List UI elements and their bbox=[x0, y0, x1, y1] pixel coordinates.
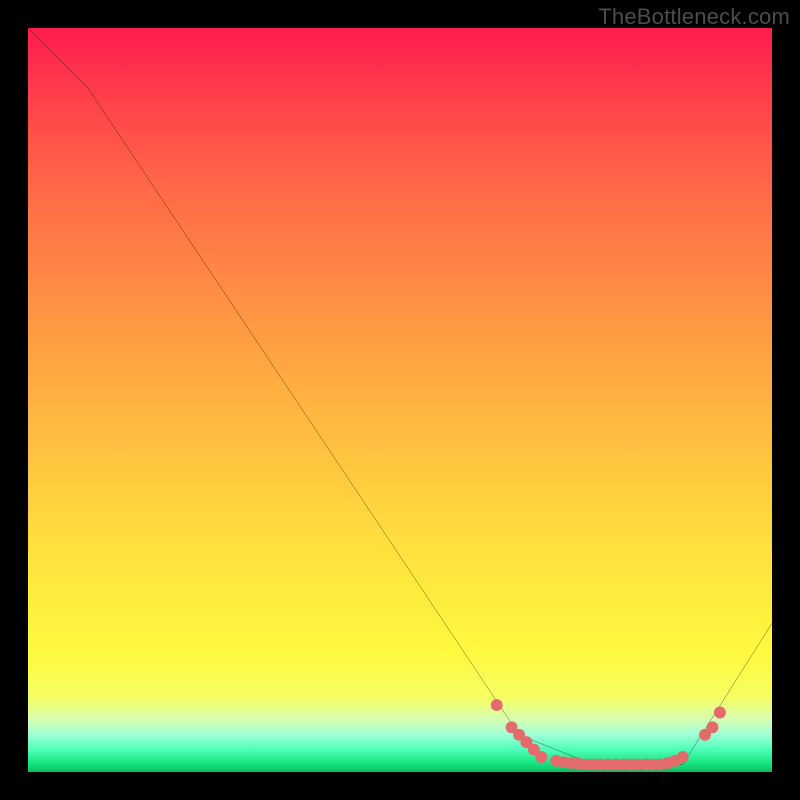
plot-area bbox=[28, 28, 772, 772]
chart-svg bbox=[28, 28, 772, 772]
marker-dot bbox=[491, 699, 503, 711]
attribution-label: TheBottleneck.com bbox=[598, 4, 790, 30]
trend-line bbox=[28, 28, 772, 765]
marker-group bbox=[491, 699, 726, 770]
marker-dot bbox=[677, 751, 689, 763]
chart-frame: TheBottleneck.com bbox=[0, 0, 800, 800]
marker-dot bbox=[714, 707, 726, 719]
marker-dot bbox=[535, 751, 547, 763]
marker-dot bbox=[707, 721, 719, 733]
trend-line-group bbox=[28, 28, 772, 765]
